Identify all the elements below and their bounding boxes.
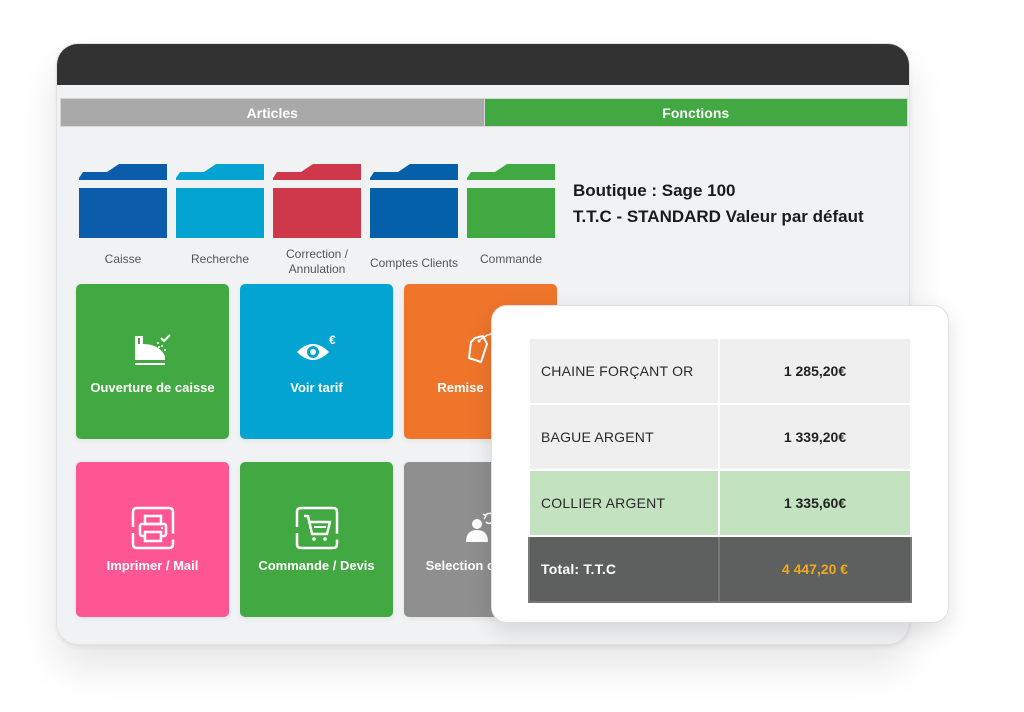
tile-label: Imprimer / Mail — [106, 557, 199, 573]
pricing-mode: T.T.C - STANDARD Valeur par défaut — [573, 207, 864, 226]
folder-label: Commande — [479, 252, 543, 266]
cash-register-icon — [133, 328, 173, 372]
ticket-card: CHAINE FORÇANT OR 1 285,20€ BAGUE ARGENT… — [491, 305, 949, 623]
tile-commande-devis[interactable]: Commande / Devis — [240, 462, 393, 617]
tile-ouverture-caisse[interactable]: Ouverture de caisse — [76, 284, 229, 439]
shopping-cart-icon — [295, 506, 339, 550]
ticket-total-row: Total: T.T.C 4 447,20 € — [528, 535, 912, 603]
folder-icon — [370, 164, 458, 238]
tile-label: Voir tarif — [290, 379, 343, 395]
tab-bar: Articles Fonctions — [60, 98, 908, 127]
folder-recherche[interactable]: Recherche — [176, 164, 264, 266]
ticket-line[interactable]: BAGUE ARGENT 1 339,20€ — [528, 403, 912, 471]
tile-imprimer-mail[interactable]: Imprimer / Mail — [76, 462, 229, 617]
tab-fonctions[interactable]: Fonctions — [483, 99, 907, 126]
item-price: 1 339,20€ — [718, 403, 912, 471]
folder-comptes-clients[interactable]: Comptes Clients — [370, 164, 458, 270]
folder-icon — [176, 164, 264, 238]
ticket-line[interactable]: CHAINE FORÇANT OR 1 285,20€ — [528, 337, 912, 405]
folder-icon — [467, 164, 555, 238]
tile-label: Remise — [437, 379, 484, 395]
printer-icon — [131, 506, 175, 550]
shop-name: Boutique : Sage 100 — [573, 181, 736, 200]
tile-label: Ouverture de caisse — [90, 379, 215, 395]
ticket-table: CHAINE FORÇANT OR 1 285,20€ BAGUE ARGENT… — [528, 337, 912, 603]
total-value: 4 447,20 € — [718, 535, 912, 603]
folder-icon — [79, 164, 167, 238]
item-price: 1 285,20€ — [718, 337, 912, 405]
shop-info: Boutique : Sage 100 T.T.C - STANDARD Val… — [573, 178, 864, 230]
folder-icon — [273, 164, 361, 238]
ticket-line-selected[interactable]: COLLIER ARGENT 1 335,60€ — [528, 469, 912, 537]
folder-correction[interactable]: Correction / Annulation — [273, 164, 361, 276]
folder-caisse[interactable]: Caisse — [79, 164, 167, 266]
svg-text:€: € — [329, 333, 336, 347]
tile-voir-tarif[interactable]: € Voir tarif — [240, 284, 393, 439]
item-price: 1 335,60€ — [718, 469, 912, 537]
window-header-bar — [57, 44, 909, 85]
item-name: COLLIER ARGENT — [528, 469, 720, 537]
total-label: Total: T.T.C — [528, 535, 720, 603]
folder-commande[interactable]: Commande — [467, 164, 555, 266]
eye-euro-icon: € — [295, 328, 339, 372]
tab-articles[interactable]: Articles — [61, 99, 484, 126]
item-name: CHAINE FORÇANT OR — [528, 337, 720, 405]
item-name: BAGUE ARGENT — [528, 403, 720, 471]
tile-label: Commande / Devis — [258, 557, 375, 573]
